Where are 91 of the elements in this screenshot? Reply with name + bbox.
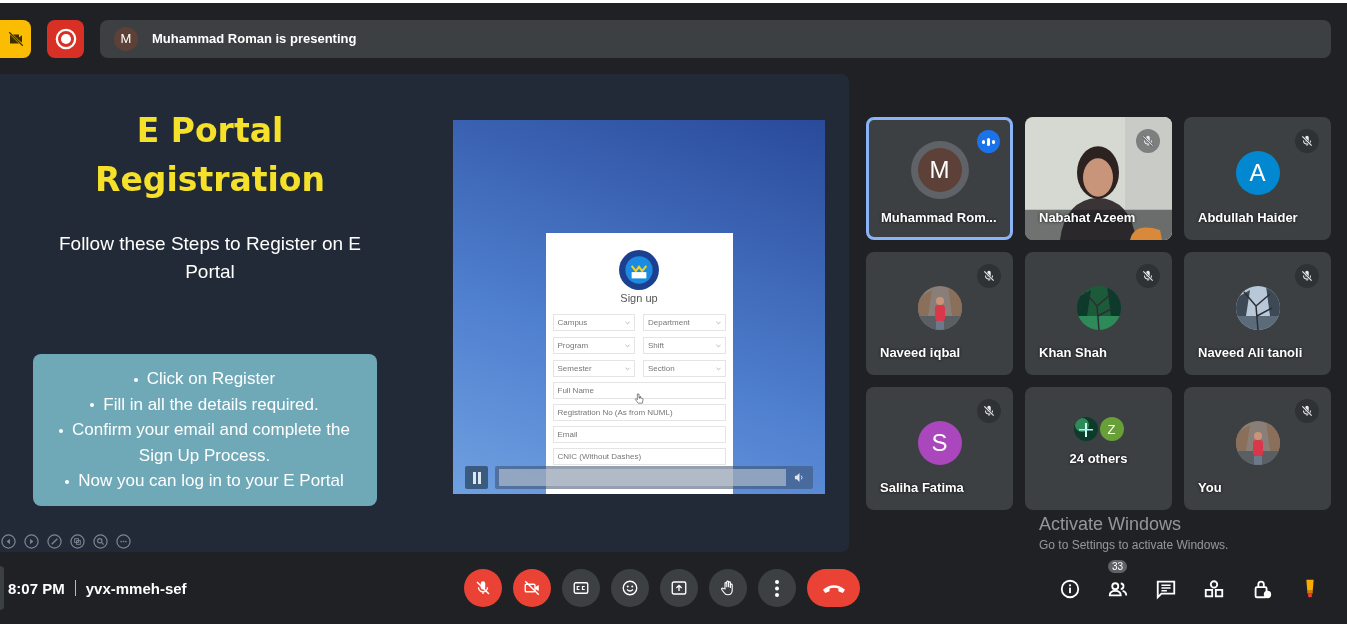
- bullet-icon: [133, 377, 138, 382]
- chevron-icon: [715, 343, 721, 348]
- more-options-button[interactable]: [758, 569, 796, 607]
- participant-tile[interactable]: M Muhammad Rom...: [866, 117, 1013, 240]
- shapes-icon: [1203, 578, 1225, 600]
- presenting-text: Muhammad Roman is presenting: [152, 31, 357, 46]
- pause-icon: [471, 471, 482, 484]
- participant-name: Saliha Fatima: [880, 480, 964, 495]
- dropdown-field: Section: [643, 360, 726, 377]
- dropdown-field: Program: [552, 337, 635, 354]
- emoji-button[interactable]: [611, 569, 649, 607]
- play-pause-button[interactable]: [465, 466, 488, 489]
- participant-name: Muhammad Rom...: [881, 210, 997, 225]
- meeting-code: yvx-mmeh-sef: [85, 579, 187, 597]
- slides-icon[interactable]: [70, 534, 85, 549]
- pen-icon[interactable]: [47, 534, 62, 549]
- video-off-icon: [6, 29, 25, 48]
- participant-avatar: A: [1235, 150, 1280, 195]
- captions-icon: [572, 579, 590, 597]
- phone-icon: [822, 583, 845, 593]
- chevron-icon: [625, 343, 630, 348]
- meeting-time: 8:07 PM: [8, 579, 65, 597]
- step-text: Click on Register: [133, 366, 276, 392]
- smiley-icon: [621, 579, 639, 597]
- form-title: Sign up: [620, 292, 658, 304]
- participant-tile[interactable]: Z 24 others: [1025, 387, 1172, 510]
- camera-icon: [523, 579, 541, 597]
- raise-hand-button[interactable]: [709, 569, 747, 607]
- participant-name: Khan Shah: [1039, 345, 1107, 360]
- participant-avatar: M: [917, 147, 962, 192]
- step-text: Fill in all the details required.: [90, 391, 319, 417]
- input-field: CNIC (Without Dashes): [552, 448, 726, 465]
- activation-notice-title: Activate Windows: [1039, 514, 1183, 535]
- more-icon[interactable]: [116, 534, 131, 549]
- participant-tile[interactable]: S Saliha Fatima: [866, 387, 1013, 510]
- bullet-icon: [59, 428, 64, 433]
- dropdown-field: Semester: [552, 360, 635, 377]
- dropdown-field: Campus: [552, 314, 635, 331]
- participant-tile[interactable]: Nabahat Azeem: [1025, 117, 1172, 240]
- participant-name: You: [1198, 480, 1222, 495]
- chevron-icon: [625, 366, 630, 371]
- record-icon: [54, 27, 77, 50]
- microphone-icon: [474, 579, 492, 597]
- participant-name: Naveed Ali tanoli: [1198, 345, 1303, 360]
- microphone-button[interactable]: [464, 569, 502, 607]
- slide-title: E Portal Registration: [95, 110, 325, 201]
- participant-tile[interactable]: You: [1184, 387, 1331, 510]
- participant-name: 24 others: [1069, 451, 1128, 466]
- input-field: Full Name: [552, 382, 726, 399]
- hand-cursor-icon: [634, 393, 644, 405]
- zoom-icon[interactable]: [93, 534, 108, 549]
- camera-button[interactable]: [513, 569, 551, 607]
- chat-icon: [1155, 578, 1177, 600]
- dropdown-field: Shift: [643, 337, 726, 354]
- participant-tile[interactable]: Naveed iqbal: [866, 252, 1013, 375]
- bullet-icon: [90, 403, 95, 407]
- leave-call-button[interactable]: [807, 569, 860, 607]
- participant-count-badge: 33: [1108, 560, 1128, 573]
- bullet-icon: [65, 479, 70, 484]
- recording-button[interactable]: [47, 19, 84, 58]
- participant-tile[interactable]: A Abdullah Haider: [1184, 117, 1331, 240]
- more-icon: [775, 579, 779, 597]
- input-field: Registration No (As from NUML): [552, 404, 726, 421]
- participant-name: Naveed iqbal: [880, 345, 961, 360]
- captions-button[interactable]: [562, 569, 600, 607]
- dropdown-field: Department: [643, 314, 726, 331]
- volume-icon[interactable]: [794, 472, 805, 483]
- present-button[interactable]: [660, 569, 698, 607]
- info-icon: [1059, 578, 1081, 600]
- participant-name: Nabahat Azeem: [1039, 210, 1136, 225]
- slide-subtitle: Follow these Steps to Register on E Portal: [57, 232, 362, 284]
- previous-icon[interactable]: [1, 534, 16, 549]
- participant-tile[interactable]: Khan Shah: [1025, 252, 1172, 375]
- chevron-icon: [625, 320, 630, 325]
- participant-tile[interactable]: Naveed Ali tanoli: [1184, 252, 1331, 375]
- step-text: Now you can log in to your E Portal: [65, 468, 344, 494]
- chevron-icon: [715, 320, 721, 325]
- next-icon[interactable]: [24, 534, 39, 549]
- participant-name: Abdullah Haider: [1198, 210, 1298, 225]
- input-field: Email: [552, 426, 726, 443]
- step-text: Confirm your email and complete the Sign Up Process.: [40, 417, 369, 468]
- participant-avatar: S: [917, 420, 962, 465]
- participant-avatar: Z: [1099, 417, 1124, 441]
- present-icon: [670, 579, 688, 597]
- university-logo-icon: [618, 249, 660, 291]
- presenter-avatar: M: [114, 26, 138, 51]
- speaking-indicator-icon: [977, 130, 1000, 153]
- chevron-icon: [715, 366, 721, 371]
- video-progress-track[interactable]: [499, 469, 786, 486]
- activation-notice-text: Go to Settings to activate Windows.: [1039, 538, 1229, 552]
- no-video-button[interactable]: [0, 19, 31, 58]
